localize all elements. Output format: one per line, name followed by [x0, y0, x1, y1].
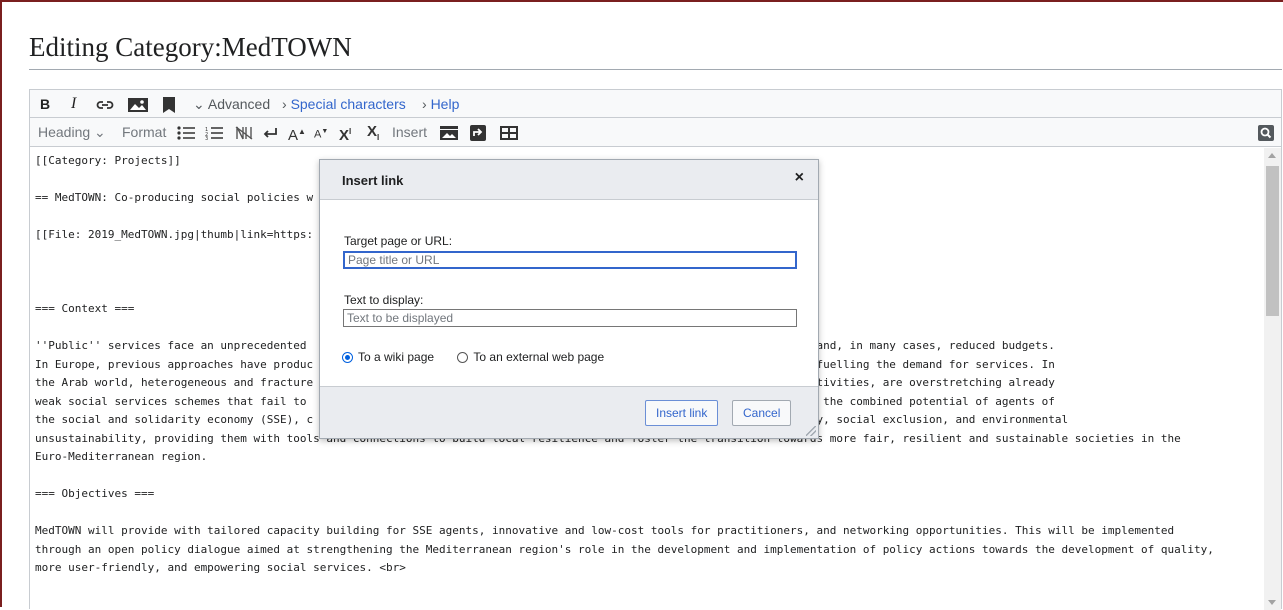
editor-line: MedTOWN will provide with tailored capac…	[35, 524, 1175, 537]
editor-line: more user-friendly, and empowering socia…	[35, 561, 406, 574]
radio-unchecked-icon	[457, 352, 469, 363]
format-label: Format	[122, 124, 167, 140]
chevron-down-icon: ⌄	[94, 124, 106, 140]
primary-toolbar: B I ⌄ Advanced › Special characters › He…	[30, 90, 1281, 118]
text-label: Text to display:	[344, 293, 424, 307]
insert-label: Insert	[392, 124, 428, 140]
small-text-icon[interactable]: A▼	[314, 118, 328, 146]
advanced-toggle[interactable]: ⌄ Advanced	[193, 90, 270, 118]
chevron-down-icon: ⌄	[193, 96, 205, 112]
resize-grip-icon[interactable]	[806, 426, 816, 436]
radio-wiki-label: To a wiki page	[358, 350, 435, 364]
special-characters-toggle[interactable]: › Special characters	[282, 90, 406, 118]
numbered-list-icon[interactable]: 123	[205, 118, 223, 146]
editor-line: Euro-Mediterranean region.	[35, 450, 208, 463]
reference-icon[interactable]	[162, 90, 176, 118]
radio-external-page[interactable]: To an external web page	[457, 350, 604, 364]
superscript-icon[interactable]: XI	[339, 118, 351, 146]
search-replace-icon[interactable]	[1258, 118, 1274, 146]
page-title: Editing Category:MedTOWN	[29, 32, 352, 62]
svg-text:3: 3	[205, 136, 208, 140]
heading-label: Heading	[38, 124, 91, 140]
scroll-thumb[interactable]	[1266, 166, 1279, 316]
radio-external-label: To an external web page	[473, 350, 605, 364]
table-icon[interactable]	[500, 118, 518, 146]
special-characters-label: Special characters	[290, 96, 406, 112]
insert-link-dialog: Insert link × Target page or URL: Text t…	[319, 159, 819, 439]
cancel-button[interactable]: Cancel	[732, 400, 792, 426]
bold-button[interactable]: B	[40, 90, 50, 118]
heading-dropdown[interactable]: Heading ⌄	[38, 118, 106, 146]
scroll-up-arrow[interactable]	[1268, 153, 1276, 158]
advanced-toolbar: Heading ⌄ Format 123 A▲ A▼ XI XI Insert	[30, 118, 1281, 147]
textarea-scrollbar[interactable]	[1264, 148, 1281, 610]
chevron-right-icon: ›	[282, 96, 287, 112]
editor-line: through an open policy dialogue aimed at…	[35, 542, 1214, 556]
help-label: Help	[430, 96, 460, 112]
close-icon[interactable]: ×	[795, 169, 804, 187]
display-text-input[interactable]	[343, 309, 797, 327]
gallery-icon[interactable]	[440, 118, 458, 146]
subscript-icon[interactable]: XI	[367, 118, 379, 146]
nowiki-icon[interactable]	[235, 118, 253, 146]
title-divider	[29, 69, 1282, 70]
help-toggle[interactable]: › Help	[422, 90, 459, 118]
link-type-radio-group: To a wiki page To an external web page	[342, 350, 624, 364]
big-text-icon[interactable]: A▲	[288, 118, 306, 146]
target-label: Target page or URL:	[344, 234, 453, 248]
radio-checked-icon	[342, 352, 353, 363]
target-input[interactable]	[343, 251, 797, 269]
dialog-title: Insert link	[342, 173, 404, 188]
advanced-label: Advanced	[207, 96, 271, 112]
newline-icon[interactable]	[262, 118, 278, 146]
chevron-right-icon: ›	[422, 96, 427, 112]
scroll-down-arrow[interactable]	[1268, 600, 1276, 605]
dialog-footer: Insert link Cancel	[320, 386, 818, 438]
bulleted-list-icon[interactable]	[177, 118, 195, 146]
image-icon[interactable]	[128, 90, 148, 118]
link-icon[interactable]	[96, 90, 114, 118]
editor-line: === Objectives ===	[35, 487, 155, 500]
insert-link-button[interactable]: Insert link	[645, 400, 719, 426]
redirect-icon[interactable]	[470, 118, 486, 146]
dialog-header: Insert link ×	[320, 160, 818, 200]
radio-wiki-page[interactable]: To a wiki page	[342, 350, 434, 364]
italic-button[interactable]: I	[71, 90, 76, 118]
